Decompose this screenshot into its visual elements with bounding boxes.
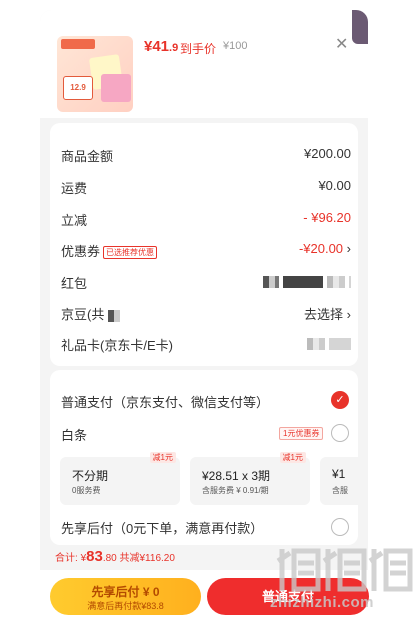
installment-plan-partial[interactable]: ¥1 含服 bbox=[320, 457, 358, 505]
detail-label: 优惠券 已选推荐优惠 bbox=[61, 241, 158, 260]
total-amount: 83 bbox=[86, 548, 103, 565]
pay-later-button[interactable]: 先享后付 ¥ 0 满意后再付款¥83.8 bbox=[50, 578, 201, 615]
hand-price: ¥41.9 bbox=[144, 38, 178, 55]
obscured-text bbox=[327, 275, 351, 288]
plan-subtitle: 含服 bbox=[332, 486, 348, 495]
detail-label: 运费 bbox=[61, 181, 88, 196]
total-decimals: .80 bbox=[102, 553, 117, 564]
plan-title: 不分期 bbox=[72, 469, 109, 483]
obscured-text bbox=[307, 337, 351, 350]
detail-row-instant-discount: 立减 - ¥96.20 bbox=[61, 210, 351, 230]
jd-beans-select: 去选择 bbox=[304, 307, 344, 322]
plan-subtitle: 0服务费 bbox=[72, 486, 101, 495]
obscured-text bbox=[263, 275, 324, 288]
product-thumbnail: 12.9 bbox=[57, 36, 133, 112]
obscured-text bbox=[107, 309, 120, 322]
baitiao-coupon-badge: 1元优惠券 bbox=[279, 427, 324, 440]
detail-value: - ¥96.20 bbox=[303, 210, 351, 225]
plan-title: ¥28.51 x 3期 bbox=[202, 469, 271, 483]
price-detail-card: 商品金额 ¥200.00 运费 ¥0.00 立减 - ¥96.20 优惠券 已选推… bbox=[50, 123, 358, 366]
watermark-logo bbox=[276, 548, 413, 592]
chevron-right-icon: › bbox=[346, 241, 351, 256]
watermark-text: zhizhizhi.com bbox=[270, 594, 374, 611]
detail-value: ¥0.00 bbox=[318, 178, 351, 193]
sheet-corner-tab bbox=[352, 10, 368, 44]
detail-value: -¥20.00 › bbox=[299, 241, 351, 256]
pay-later-button-subtitle: 满意后再付款¥83.8 bbox=[87, 601, 164, 611]
detail-row-gift-card[interactable]: 礼品卡(京东卡/E卡) bbox=[61, 335, 351, 355]
total-discount: 共减¥116.20 bbox=[116, 553, 175, 564]
detail-row-red-packet[interactable]: 红包 bbox=[61, 273, 351, 293]
original-price: ¥100 bbox=[223, 40, 248, 52]
detail-value: ¥200.00 bbox=[304, 146, 351, 161]
recommended-coupon-badge: 已选推荐优惠 bbox=[103, 246, 158, 259]
hand-price-label: 到手价 bbox=[180, 42, 217, 56]
plan-title: ¥1 bbox=[332, 467, 346, 481]
detail-row-shipping: 运费 ¥0.00 bbox=[61, 178, 351, 198]
coupon-value: -¥20.00 bbox=[298, 241, 344, 256]
chevron-right-icon: › bbox=[346, 307, 351, 322]
pay-later-button-title: 先享后付 ¥ 0 bbox=[91, 585, 160, 599]
detail-label: 礼品卡(京东卡/E卡) bbox=[61, 338, 173, 353]
pay-later-label: 先享后付（0元下单，满意再付款） bbox=[61, 521, 264, 536]
total-prefix: 合计: bbox=[55, 553, 81, 564]
detail-value: 去选择 › bbox=[304, 304, 351, 323]
order-total: 合计: ¥83.80 共减¥116.20 bbox=[55, 548, 175, 565]
checkout-sheet: 12.9 ¥41.9 到手价 ¥100 ✕ 商品金额 ¥200.00 运费 ¥0… bbox=[40, 10, 368, 570]
thumbnail-box bbox=[101, 74, 131, 102]
gift-card-value-obscured bbox=[307, 335, 351, 350]
normal-pay-radio-checked[interactable]: ✓ bbox=[331, 391, 349, 409]
payment-card: 普通支付（京东支付、微信支付等） ✓ 白条 1元优惠券 减1元 不分期 0服务费… bbox=[50, 370, 358, 545]
thumbnail-tag bbox=[61, 39, 95, 49]
detail-row-coupon[interactable]: 优惠券 已选推荐优惠 -¥20.00 › bbox=[61, 241, 351, 261]
pay-later-radio[interactable] bbox=[331, 518, 349, 536]
installment-plan-3[interactable]: 减1元 ¥28.51 x 3期 含服务费 ¥ 0.91/期 bbox=[190, 452, 310, 505]
product-header: 12.9 ¥41.9 到手价 ¥100 ✕ bbox=[40, 10, 368, 118]
normal-pay-label: 普通支付（京东支付、微信支付等） bbox=[61, 395, 270, 410]
hand-price-cents: .9 bbox=[169, 42, 179, 54]
detail-row-goods-amount: 商品金额 ¥200.00 bbox=[61, 146, 351, 166]
installment-plan-none[interactable]: 减1元 不分期 0服务费 bbox=[60, 452, 180, 505]
coupon-label: 优惠券 bbox=[61, 244, 101, 259]
detail-label: 红包 bbox=[61, 276, 88, 291]
plan-discount-flag: 减1元 bbox=[149, 452, 176, 463]
jd-beans-label: 京豆(共 bbox=[61, 307, 105, 322]
detail-label: 商品金额 bbox=[61, 149, 114, 164]
thumbnail-price-sticker: 12.9 bbox=[63, 76, 93, 100]
baitiao-radio[interactable] bbox=[331, 424, 349, 442]
close-icon[interactable]: ✕ bbox=[335, 34, 348, 54]
baitiao-label: 白条 bbox=[61, 428, 88, 443]
pay-option-normal[interactable]: 普通支付（京东支付、微信支付等） bbox=[61, 392, 351, 412]
pay-option-pay-later[interactable]: 先享后付（0元下单，满意再付款） bbox=[61, 518, 351, 538]
detail-label: 立减 bbox=[61, 213, 88, 228]
red-packet-value-obscured bbox=[263, 273, 351, 288]
plan-subtitle: 含服务费 ¥ 0.91/期 bbox=[202, 486, 269, 495]
detail-row-jd-beans[interactable]: 京豆(共 去选择 › bbox=[61, 304, 351, 324]
plan-discount-flag: 减1元 bbox=[279, 452, 306, 463]
hand-price-main: ¥41 bbox=[144, 38, 170, 55]
detail-label: 京豆(共 bbox=[61, 304, 120, 323]
